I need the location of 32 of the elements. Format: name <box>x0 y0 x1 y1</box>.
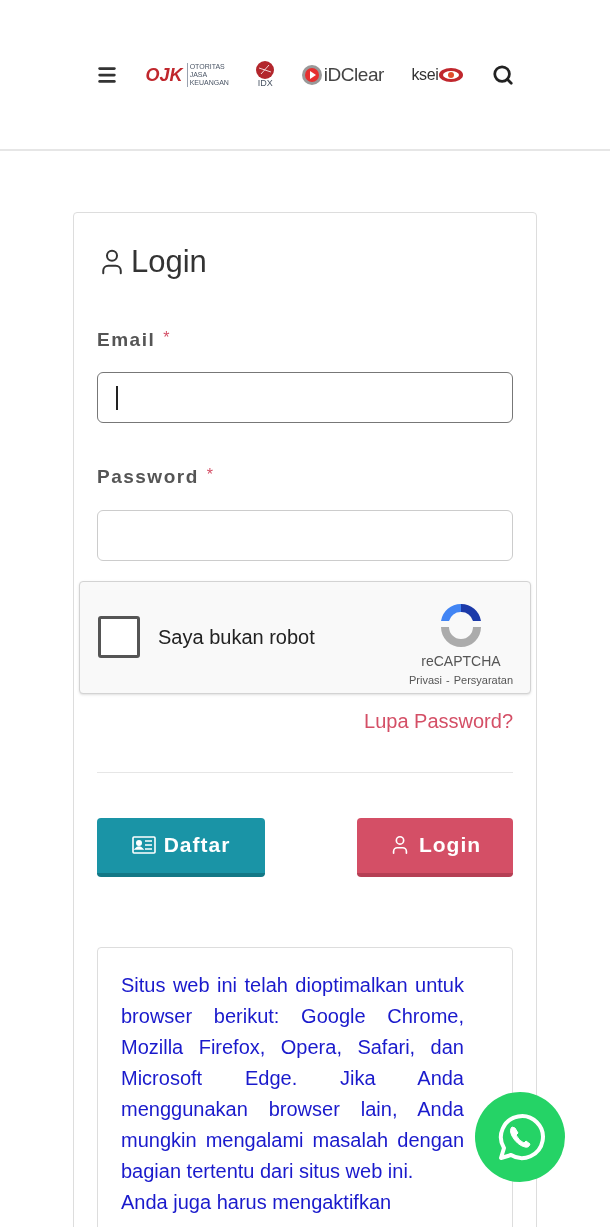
globe-icon <box>256 61 275 79</box>
login-button[interactable]: Login <box>357 817 513 877</box>
captcha-link[interactable]: Persyaratan <box>453 672 513 689</box>
recaptcha-icon <box>438 601 484 648</box>
input-field[interactable] <box>97 509 513 561</box>
id-card-icon <box>131 835 156 855</box>
play-circle-icon <box>301 64 322 85</box>
checkbox[interactable] <box>98 616 140 658</box>
notice-text: Situs web ini telah dioptimalkan untuk browser berikut: Google Chrome, Mozilla Firefox, Opera, Safari, dan Microsoft Edge. Jika Anda menggunakan browser lain, Anda mungkin mengalami masalah dengan bagian tertentu dari situs web ini. <box>121 972 464 1184</box>
logo-text: iDClear <box>323 65 384 84</box>
logo[interactable]: ksei <box>411 66 465 83</box>
search-icon[interactable] <box>491 63 514 86</box>
forgot-password-link[interactable]: Lupa Password? <box>364 705 513 736</box>
logo[interactable]: IDX <box>256 61 275 88</box>
captcha-brand: reCAPTCHA <box>421 652 501 672</box>
field-label: Email <box>97 327 156 352</box>
register-button[interactable]: Daftar <box>97 817 265 877</box>
required-asterisk: * <box>163 327 170 348</box>
input-field[interactable] <box>97 372 513 423</box>
logo-text: OJK <box>145 65 183 84</box>
notice-text: Anda juga harus mengaktifkan <box>121 1189 393 1215</box>
captcha-link[interactable]: Privasi <box>409 672 442 689</box>
field-label: Password <box>97 465 199 489</box>
eye-icon <box>438 66 465 83</box>
logo-text: ksei <box>411 66 439 83</box>
logo[interactable]: iDClear <box>301 64 384 85</box>
card-title: Login <box>131 243 207 281</box>
separator: - <box>446 673 450 689</box>
captcha-label: Saya bukan robot <box>158 625 315 650</box>
text-cursor <box>116 385 118 410</box>
required-asterisk: * <box>206 465 213 485</box>
logo-text: IDX <box>257 79 273 88</box>
